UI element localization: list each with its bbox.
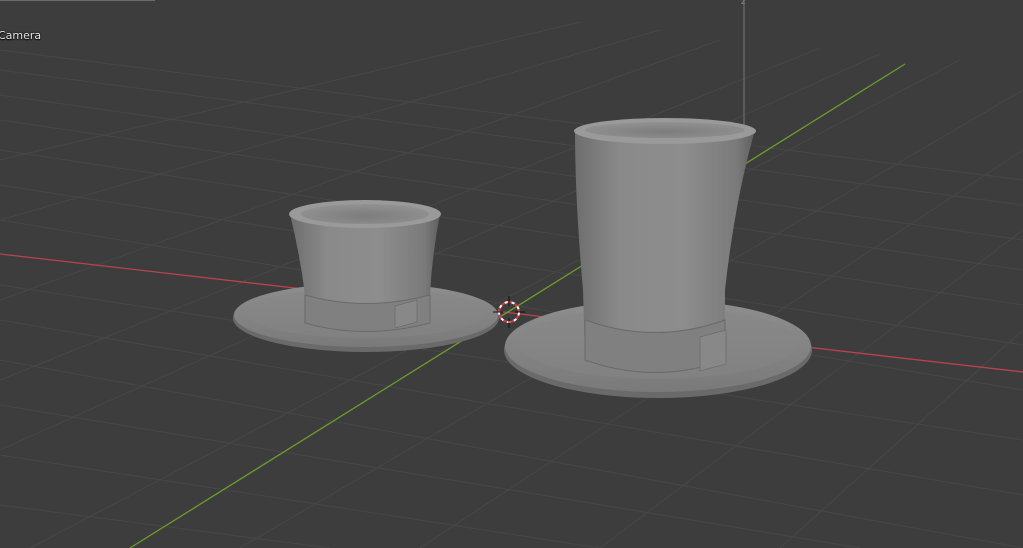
svg-text:z: z (741, 0, 745, 6)
header-edge (0, 0, 155, 1)
active-object-label: Camera (0, 29, 42, 42)
scene-canvas[interactable]: z (0, 0, 1023, 548)
3d-viewport[interactable]: z Camera (0, 0, 1023, 548)
